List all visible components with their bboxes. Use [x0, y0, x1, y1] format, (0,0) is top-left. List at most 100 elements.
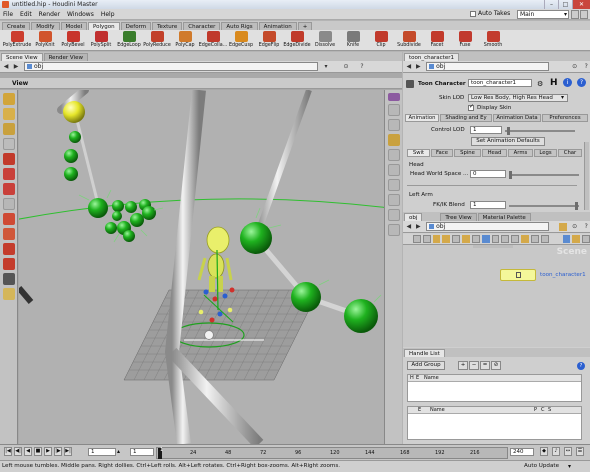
fkik-blend-field[interactable]: 1	[470, 201, 506, 209]
tab-material-palette[interactable]: Material Palette	[477, 213, 531, 221]
head-world-space-slider-handle[interactable]	[509, 171, 512, 179]
equals-button[interactable]: =	[480, 361, 490, 370]
tab-preferences[interactable]: Preferences	[542, 114, 588, 122]
network-tool-icon[interactable]	[511, 235, 520, 243]
help-icon[interactable]: ?	[582, 63, 590, 71]
lighting-icon[interactable]	[388, 134, 400, 146]
clear-button[interactable]: ⊘	[491, 361, 501, 370]
joint-control[interactable]	[344, 299, 378, 333]
shelf-tab-animation[interactable]: Animation	[258, 22, 297, 30]
shelf-tool-knife[interactable]: Knife	[339, 30, 367, 51]
capture-tool-icon[interactable]	[3, 213, 15, 225]
joint-control[interactable]	[69, 131, 81, 143]
template-icon[interactable]	[388, 194, 400, 206]
display-options-icon[interactable]	[388, 93, 400, 101]
magnet-tool-icon[interactable]	[3, 288, 15, 300]
subtab-face[interactable]: Face	[431, 149, 453, 157]
scene-path-field[interactable]: obj	[24, 62, 318, 71]
joint-control[interactable]	[240, 222, 272, 254]
auto-takes-toggle[interactable]: Auto Takes	[470, 10, 510, 17]
shelf-tab-texture[interactable]: Texture	[152, 22, 183, 30]
frame-step-icon[interactable]: ▴	[117, 448, 120, 455]
head-world-space-slider[interactable]	[509, 174, 579, 176]
shelf-tool-polyextrude[interactable]: PolyExtrude	[3, 30, 31, 51]
parameter-path-field[interactable]: obj	[426, 62, 549, 71]
menu-file[interactable]: File	[3, 11, 13, 18]
view-tool-icon[interactable]	[3, 123, 15, 135]
shelf-tab-auto-rigs[interactable]: Auto Rigs	[221, 22, 258, 30]
toon-character-node[interactable]	[500, 269, 536, 281]
network-tool-icon[interactable]	[422, 235, 431, 243]
network-tool-icon[interactable]	[471, 235, 480, 243]
head-control-sphere[interactable]	[63, 101, 85, 123]
paint-tool-icon[interactable]	[3, 228, 15, 240]
parameter-scrollbar[interactable]	[584, 142, 589, 210]
shelf-tool-polyreduce[interactable]: PolyReduce	[143, 30, 171, 51]
joint-control[interactable]	[64, 167, 78, 181]
skin-lod-select[interactable]: Low Res Body, High Res Head	[468, 94, 568, 102]
shelf-tab-deform[interactable]: Deform	[120, 22, 152, 30]
scale-tool-icon[interactable]	[3, 183, 15, 195]
play-reverse-button[interactable]: ◀	[24, 447, 32, 456]
menu-edit[interactable]: Edit	[20, 11, 32, 18]
chevron-down-icon[interactable]: ▾	[568, 463, 571, 470]
range-icon[interactable]: ↔	[564, 447, 572, 456]
pin-icon[interactable]: ⊙	[571, 63, 579, 71]
end-frame-field[interactable]: 240	[510, 448, 534, 456]
maximize-button[interactable]: □	[558, 0, 572, 9]
forward-arrow-icon[interactable]: ▶	[12, 63, 20, 71]
keyframe-icon[interactable]: ◆	[540, 447, 548, 456]
handle-group-table[interactable]: H E Name	[407, 374, 582, 402]
auto-takes-checkbox[interactable]	[470, 10, 476, 17]
network-tool-icon[interactable]	[530, 235, 539, 243]
pin-icon[interactable]: ⊙	[571, 223, 579, 231]
wireframe-icon[interactable]	[388, 104, 400, 116]
skeleton-bone[interactable]	[165, 90, 206, 444]
tab-tree-view[interactable]: Tree View	[440, 213, 477, 221]
network-scrollbar[interactable]	[473, 245, 513, 248]
ghost-icon[interactable]	[388, 149, 400, 161]
minimize-button[interactable]: –	[544, 0, 558, 9]
rotate-tool-icon[interactable]	[3, 168, 15, 180]
shelf-tool-subdivide[interactable]: Subdivide	[395, 30, 423, 51]
network-tool-icon[interactable]	[442, 235, 451, 243]
shelf-tab-add-button[interactable]: +	[297, 22, 313, 30]
sound-icon[interactable]: ♪	[552, 447, 560, 456]
jump-start-button[interactable]: |◀	[4, 447, 12, 456]
tab-toon-character[interactable]: toon_character1	[404, 53, 459, 61]
tab-shading[interactable]: Shading and Ey	[440, 114, 492, 122]
network-tool-icon[interactable]	[572, 235, 581, 243]
network-path-field[interactable]: obj	[426, 222, 550, 231]
head-world-space-field[interactable]: 0	[470, 170, 506, 178]
subtab-arms[interactable]: Arms	[508, 149, 533, 157]
play-button[interactable]: ▶	[44, 447, 52, 456]
isolate-icon[interactable]	[388, 179, 400, 191]
shelf-tool-clip[interactable]: Clip	[367, 30, 395, 51]
shaded-icon[interactable]	[388, 119, 400, 131]
light-tool-icon[interactable]	[3, 243, 15, 255]
network-tool-icon[interactable]	[521, 235, 529, 243]
help-icon[interactable]: ?	[582, 223, 590, 231]
fkik-blend-slider-handle[interactable]	[575, 202, 578, 210]
shelf-tool-edgeflip[interactable]: EdgeFlip	[255, 30, 283, 51]
network-tool-icon[interactable]	[413, 235, 421, 243]
camera-tool-icon[interactable]	[3, 258, 15, 270]
shelf-tab-polygon[interactable]: Polygon	[88, 22, 120, 30]
handle-help-icon[interactable]: ?	[577, 362, 585, 370]
network-tool-icon[interactable]	[562, 235, 571, 243]
desktop-select[interactable]: Main	[517, 10, 569, 19]
handle-tool-icon[interactable]	[3, 138, 15, 150]
skeleton-bone[interactable]	[253, 90, 312, 240]
camera-icon[interactable]	[388, 224, 400, 236]
add-handle-button[interactable]: +	[458, 361, 468, 370]
shelf-tool-edgeloop[interactable]: EdgeLoop	[115, 30, 143, 51]
forward-arrow-icon[interactable]: ▶	[415, 223, 423, 231]
back-arrow-icon[interactable]: ◀	[2, 63, 10, 71]
add-group-button[interactable]: Add Group	[407, 361, 445, 370]
move-tool-icon[interactable]	[3, 153, 15, 165]
auto-update-label[interactable]: Auto Update	[524, 463, 559, 469]
shelf-tab-modify[interactable]: Modify	[31, 22, 60, 30]
tab-handle-list[interactable]: Handle List	[404, 349, 445, 357]
shelf-tab-character[interactable]: Character	[183, 22, 221, 30]
network-tool-icon[interactable]	[432, 235, 441, 243]
